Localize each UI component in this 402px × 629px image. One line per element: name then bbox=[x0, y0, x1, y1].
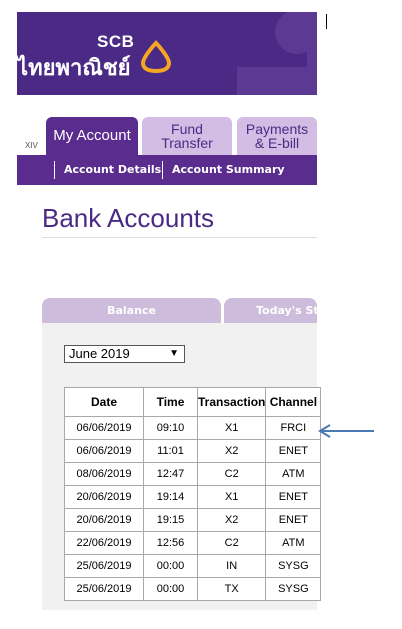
tab-today-label: Today's St bbox=[256, 304, 317, 317]
cell-transaction: X2 bbox=[196, 439, 267, 463]
tab-fund-transfer[interactable]: Fund Transfer bbox=[142, 117, 232, 155]
tab-balance[interactable]: Balance bbox=[42, 298, 221, 323]
table-header-row: Date Time Transaction Channel bbox=[64, 387, 322, 417]
cell-channel: ENET bbox=[265, 439, 322, 463]
brand-thai-name: ไทยพาณิชย์ bbox=[17, 56, 131, 81]
cell-time: 19:15 bbox=[143, 508, 198, 532]
tab-fund-label-line1: Fund bbox=[171, 121, 203, 137]
cell-time: 09:10 bbox=[143, 416, 198, 440]
cell-channel: SYSG bbox=[265, 554, 322, 578]
cell-date: 20/06/2019 bbox=[64, 485, 144, 509]
subnav-account-details-link[interactable]: Account Details bbox=[64, 163, 161, 176]
month-select-value: June 2019 bbox=[69, 346, 130, 361]
cell-channel: ATM bbox=[265, 462, 322, 486]
table-row: 06/06/2019 09:10 X1 FRCI bbox=[64, 416, 322, 440]
cell-channel: ATM bbox=[265, 531, 322, 555]
page-title: Bank Accounts bbox=[42, 203, 214, 233]
column-header-date: Date bbox=[64, 387, 144, 417]
scb-logo-icon bbox=[140, 40, 172, 74]
cell-transaction: IN bbox=[196, 554, 267, 578]
cell-time: 19:14 bbox=[143, 485, 198, 509]
cell-date: 25/06/2019 bbox=[64, 554, 144, 578]
cell-date: 20/06/2019 bbox=[64, 508, 144, 532]
cell-date: 25/06/2019 bbox=[64, 577, 144, 601]
tab-my-account[interactable]: My Account bbox=[46, 117, 138, 155]
cell-time: 11:01 bbox=[143, 439, 198, 463]
table-row: 08/06/2019 12:47 C2 ATM bbox=[64, 462, 322, 486]
table-row: 22/06/2019 12:56 C2 ATM bbox=[64, 531, 322, 555]
cell-transaction: TX bbox=[196, 577, 267, 601]
subnav-divider bbox=[54, 161, 55, 179]
cell-channel: FRCI bbox=[265, 416, 322, 440]
transactions-table: Date Time Transaction Channel 06/06/2019… bbox=[64, 387, 322, 601]
tab-balance-label: Balance bbox=[107, 304, 156, 317]
tab-pay-label-line2: & E-bill bbox=[254, 135, 300, 151]
table-row: 25/06/2019 00:00 TX SYSG bbox=[64, 577, 322, 601]
tab-fund-label-line2: Transfer bbox=[161, 135, 213, 151]
column-header-time: Time bbox=[143, 387, 198, 417]
tab-prefix-label: XIV bbox=[25, 141, 38, 150]
header-banner: SCB ไทยพาณิชย์ bbox=[17, 12, 317, 95]
tab-pay-label-line1: Payments bbox=[245, 121, 309, 137]
chevron-down-icon: ▼ bbox=[169, 348, 179, 359]
tab-todays-statement[interactable]: Today's St bbox=[224, 298, 317, 323]
cell-channel: ENET bbox=[265, 485, 322, 509]
table-row: 20/06/2019 19:15 X2 ENET bbox=[64, 508, 322, 532]
cell-time: 00:00 bbox=[143, 554, 198, 578]
cell-time: 12:56 bbox=[143, 531, 198, 555]
title-divider bbox=[42, 237, 317, 238]
cell-transaction: X1 bbox=[196, 416, 267, 440]
tab-payments-ebill[interactable]: Payments & E-bill bbox=[237, 117, 317, 155]
sub-navigation: Account Details Account Summary bbox=[17, 155, 317, 185]
month-select[interactable]: June 2019 ▼ bbox=[64, 345, 185, 363]
subnav-account-summary-link[interactable]: Account Summary bbox=[172, 163, 285, 176]
column-header-channel: Channel bbox=[265, 387, 322, 417]
annotation-arrow-icon bbox=[318, 424, 374, 438]
table-row: 06/06/2019 11:01 X2 ENET bbox=[64, 439, 322, 463]
subnav-divider bbox=[162, 161, 163, 179]
cell-date: 06/06/2019 bbox=[64, 439, 144, 463]
text-cursor bbox=[326, 14, 327, 29]
tab-my-account-label: My Account bbox=[53, 127, 131, 144]
table-row: 25/06/2019 00:00 IN SYSG bbox=[64, 554, 322, 578]
brand-name: SCB bbox=[97, 32, 135, 51]
cell-date: 08/06/2019 bbox=[64, 462, 144, 486]
cell-time: 00:00 bbox=[143, 577, 198, 601]
cell-transaction: C2 bbox=[196, 531, 267, 555]
cell-channel: SYSG bbox=[265, 577, 322, 601]
cell-transaction: X1 bbox=[196, 485, 267, 509]
cell-time: 12:47 bbox=[143, 462, 198, 486]
column-header-transaction: Transaction bbox=[196, 387, 267, 417]
cell-channel: ENET bbox=[265, 508, 322, 532]
cell-date: 22/06/2019 bbox=[64, 531, 144, 555]
brand-pattern-graphic bbox=[237, 12, 317, 95]
cell-transaction: C2 bbox=[196, 462, 267, 486]
cell-transaction: X2 bbox=[196, 508, 267, 532]
table-row: 20/06/2019 19:14 X1 ENET bbox=[64, 485, 322, 509]
cell-date: 06/06/2019 bbox=[64, 416, 144, 440]
